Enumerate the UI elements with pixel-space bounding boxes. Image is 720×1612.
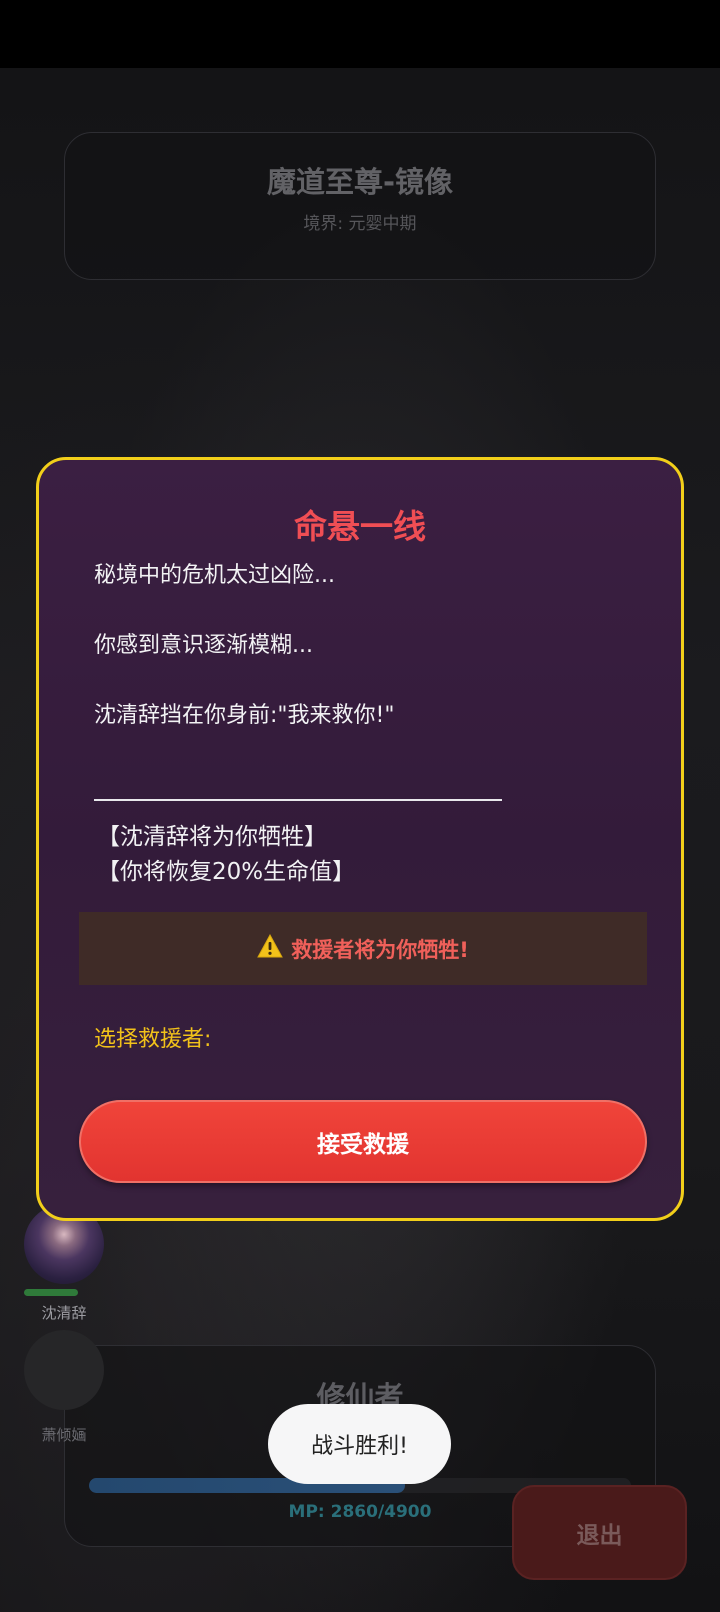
enemy-realm: 境界: 元婴中期 xyxy=(303,214,417,234)
ally-hp-bar xyxy=(24,1289,78,1296)
ally-xiaoqinghua[interactable]: 萧倾婳 xyxy=(22,1330,106,1445)
enemy-card: 魔道至尊-镜像 境界: 元婴中期 xyxy=(64,132,656,280)
rescue-dialog: 命悬一线 秘境中的危机太过凶险... 你感到意识逐渐模糊... 沈清辞挡在你身前… xyxy=(36,457,684,1221)
story-line: 你感到意识逐渐模糊... xyxy=(94,633,313,658)
dialog-title: 命悬一线 xyxy=(294,507,426,546)
effect-line: 【你将恢复20%生命值】 xyxy=(97,859,356,885)
accept-rescue-button[interactable]: 接受救援 xyxy=(79,1100,647,1183)
effect-line: 【沈清辞将为你牺牲】 xyxy=(97,824,327,850)
story-line: 秘境中的危机太过凶险... xyxy=(94,563,335,588)
exit-button[interactable]: 退出 xyxy=(512,1485,687,1580)
warning-icon xyxy=(257,933,284,963)
enemy-name: 魔道至尊-镜像 xyxy=(266,165,454,199)
status-bar xyxy=(0,0,720,68)
divider xyxy=(94,799,502,801)
warning-banner: 救援者将为你牺牲! xyxy=(79,912,647,985)
select-rescuer-label: 选择救援者: xyxy=(94,1027,212,1052)
ally-name: 萧倾婳 xyxy=(41,1426,87,1444)
ally-name: 沈清辞 xyxy=(41,1304,87,1322)
avatar xyxy=(24,1330,104,1410)
story-line: 沈清辞挡在你身前:"我来救你!" xyxy=(94,703,395,728)
ally-shenqingci[interactable]: 沈清辞 xyxy=(22,1204,106,1323)
toast-message: 战斗胜利! xyxy=(268,1404,451,1484)
warning-text: 救援者将为你牺牲! xyxy=(291,937,469,962)
